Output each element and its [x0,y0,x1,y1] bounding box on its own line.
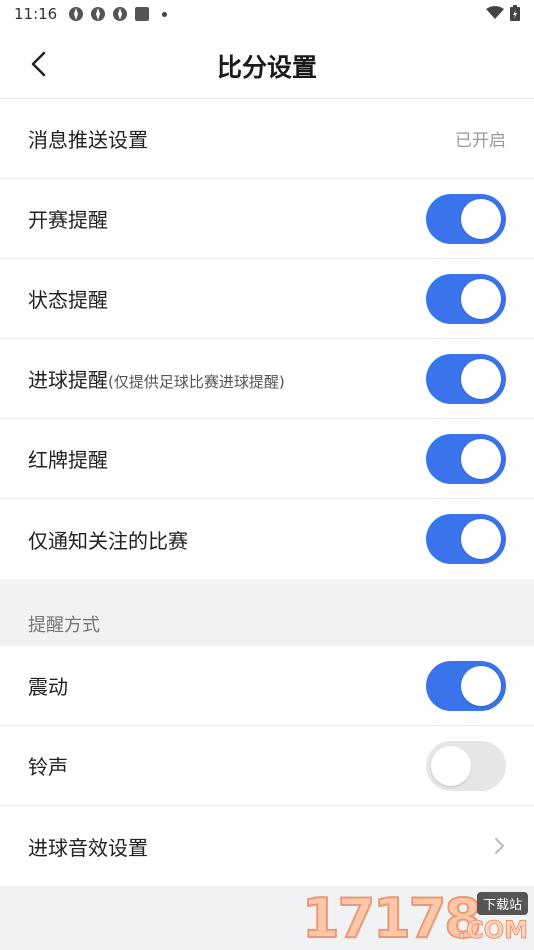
reminder-label: 红牌提醒 [28,448,108,472]
status-bar: 11:16 [0,0,534,30]
push-settings-value: 已开启 [455,131,506,151]
watermark: 17178 下载站 .COM [301,887,532,950]
reminder-row-followed-only: 仅通知关注的比赛 [0,499,534,579]
method-label: 震动 [28,675,68,699]
goal-reminder-label: 进球提醒 [28,368,108,392]
status-time: 11:16 [14,5,58,23]
reminder-row-redcard: 红牌提醒 [0,419,534,499]
goal-sound-row[interactable]: 进球音效设置 [0,806,534,886]
app-icon [113,7,127,21]
page-title: 比分设置 [216,53,317,82]
app-icon [69,7,83,21]
toggle-knob [431,745,471,786]
toggle-knob [461,278,501,319]
goal-reminder-note: (仅提供足球比赛进球提醒) [108,373,285,391]
watermark-tag: 下载站 [476,892,528,915]
header: 比分设置 [0,30,534,99]
method-row-vibrate: 震动 [0,646,534,726]
dot-icon [162,11,167,17]
reminder-label: 仅通知关注的比赛 [28,528,188,553]
reminder-label: 进球提醒(仅提供足球比赛进球提醒) [28,364,285,393]
status-toggle[interactable] [426,273,506,324]
wifi-icon [486,6,504,19]
toggle-knob [461,198,501,239]
status-left-icons [68,6,167,22]
goal-sound-label: 进球音效设置 [28,835,148,860]
vibrate-toggle[interactable] [426,660,506,711]
app-icon [91,7,105,21]
kickoff-toggle[interactable] [426,193,506,244]
push-settings-row[interactable]: 消息推送设置 已开启 [0,99,534,179]
toggle-knob [461,438,501,479]
goal-toggle[interactable] [426,353,506,404]
toggle-knob [461,665,501,706]
reminder-row-kickoff: 开赛提醒 [0,179,534,259]
redcard-toggle[interactable] [426,433,506,484]
followed-only-toggle[interactable] [426,514,506,564]
method-label: 铃声 [28,755,68,779]
push-settings-label: 消息推送设置 [28,128,148,152]
status-right-icons [486,5,520,21]
ringtone-toggle[interactable] [426,740,506,791]
watermark-suffix: .COM [456,916,528,945]
square-icon [135,7,149,21]
battery-icon [510,5,520,21]
section-title: 提醒方式 [28,615,100,636]
reminder-row-status: 状态提醒 [0,259,534,339]
method-group: 震动 铃声 进球音效设置 [0,646,534,886]
toggle-knob [461,519,501,559]
reminder-row-goal: 进球提醒(仅提供足球比赛进球提醒) [0,339,534,419]
reminder-label: 状态提醒 [28,288,108,312]
reminder-label: 开赛提醒 [28,208,108,232]
notification-group: 消息推送设置 已开启 开赛提醒 状态提醒 进球提醒(仅提供足球比赛进球提醒) 红… [0,99,534,579]
toggle-knob [461,358,501,399]
method-row-ringtone: 铃声 [0,726,534,806]
chevron-right-icon [495,838,504,854]
watermark-number: 17178 [301,887,483,950]
